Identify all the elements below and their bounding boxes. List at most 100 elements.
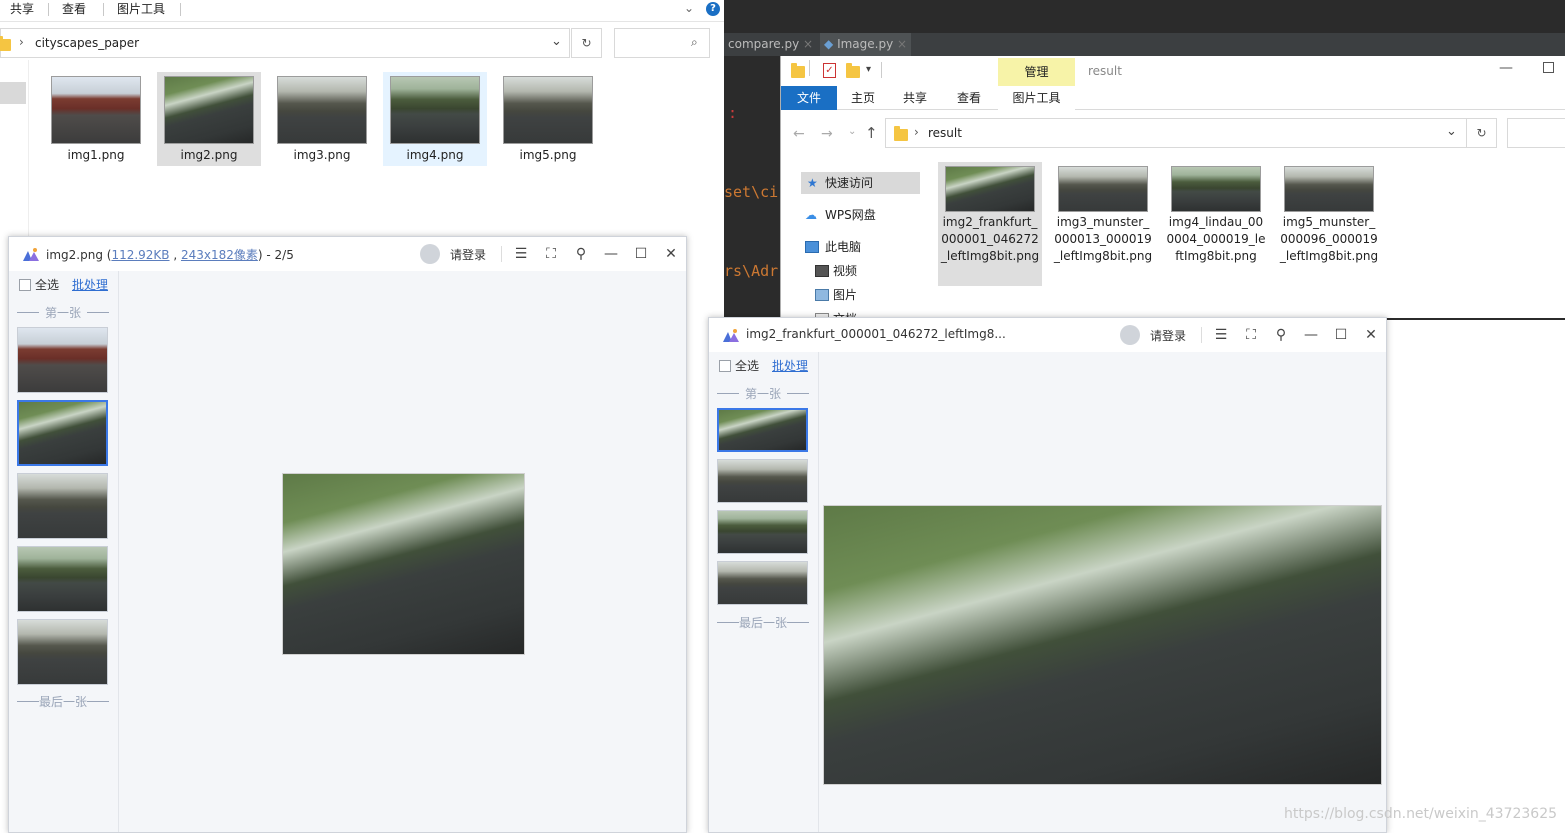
ribbon-tab-share[interactable]: 共享 <box>893 86 937 110</box>
viewer-thumbnail[interactable] <box>717 561 808 605</box>
file-item[interactable]: img4.png <box>383 72 487 166</box>
batch-process-link[interactable]: 批处理 <box>72 276 108 293</box>
properties-icon[interactable]: ✓ <box>823 63 836 78</box>
ribbon-tab-share[interactable]: 共享 <box>10 0 34 22</box>
file-item[interactable]: img5_munster_000096_000019_leftImg8bit.p… <box>1277 162 1381 286</box>
maximize-button[interactable]: ☐ <box>1330 324 1352 346</box>
new-folder-icon[interactable] <box>846 63 860 78</box>
breadcrumb[interactable]: cityscapes_paper <box>35 36 139 50</box>
close-button[interactable]: ✕ <box>1360 324 1382 346</box>
menu-icon[interactable]: ☰ <box>510 243 532 265</box>
chevron-down-icon[interactable]: ⌄ <box>1446 124 1457 139</box>
file-name: img3_munster_000013_000019_leftImg8bit.p… <box>1053 215 1153 263</box>
viewer-thumbnail[interactable] <box>17 473 108 539</box>
file-item[interactable]: img2_frankfurt_000001_046272_leftImg8bit… <box>938 162 1042 286</box>
nav-item-pictures[interactable]: 图片 <box>809 284 920 306</box>
file-item[interactable]: img2.png <box>157 72 261 166</box>
code-fragment: : <box>728 104 738 122</box>
nav-item-videos[interactable]: 视频 <box>809 260 920 282</box>
help-icon[interactable]: ? <box>706 2 720 16</box>
viewer-thumbnail[interactable] <box>17 327 108 393</box>
viewer-thumbnail[interactable] <box>17 619 108 685</box>
title-bar: ✓ ▾ 管理 result — <box>781 56 1565 86</box>
minimize-button[interactable]: — <box>1300 324 1322 346</box>
chevron-down-icon[interactable]: ⌄ <box>684 1 694 15</box>
search-input[interactable]: ⌕ <box>614 28 710 58</box>
ribbon-tab-picture-tools[interactable]: 图片工具 <box>117 0 165 22</box>
minimize-button[interactable]: — <box>1499 60 1513 76</box>
window-title: result <box>1088 64 1122 78</box>
viewer-thumbnail[interactable] <box>717 459 808 503</box>
divider <box>1201 327 1202 343</box>
viewer-thumbnail-active[interactable] <box>717 408 808 452</box>
search-icon: ⌕ <box>691 35 698 49</box>
maximize-button[interactable] <box>1543 62 1554 73</box>
login-link[interactable]: 请登录 <box>450 246 486 263</box>
image-dimensions[interactable]: 243x182像素 <box>181 248 258 262</box>
editor-tab-image[interactable]: ◆ Image.py × <box>820 33 912 56</box>
editor-tab-compare[interactable]: compare.py × <box>724 33 817 56</box>
fullscreen-icon[interactable]: ⛶ <box>1240 324 1262 346</box>
file-item[interactable]: img3.png <box>270 72 374 166</box>
forward-arrow-icon[interactable]: → <box>821 126 833 142</box>
address-bar[interactable]: › cityscapes_paper ⌄ <box>0 28 570 58</box>
batch-process-link[interactable]: 批处理 <box>772 357 808 374</box>
video-icon <box>815 265 829 277</box>
ribbon-tab-home[interactable]: 主页 <box>841 86 885 110</box>
file-name: img4_lindau_000004_000019_leftImg8bit.pn… <box>1166 215 1266 263</box>
file-name: img3.png <box>293 148 351 162</box>
file-item[interactable]: img4_lindau_000004_000019_leftImg8bit.pn… <box>1164 162 1268 286</box>
chevron-down-icon[interactable]: ▾ <box>866 64 871 75</box>
avatar[interactable] <box>1120 325 1140 345</box>
breadcrumb[interactable]: result <box>928 126 962 140</box>
image-thumbnail <box>945 166 1035 212</box>
back-arrow-icon[interactable]: ← <box>793 126 805 142</box>
pin-icon[interactable]: ⚲ <box>1270 324 1292 346</box>
image-viewer-2: img2_frankfurt_000001_046272_leftImg8...… <box>708 317 1387 833</box>
file-item[interactable]: img5.png <box>496 72 600 166</box>
divider <box>501 246 502 262</box>
pin-icon[interactable]: ⚲ <box>570 243 592 265</box>
viewer-thumbnail[interactable] <box>17 546 108 612</box>
ribbon-tab-picture-tools[interactable]: 图片工具 <box>998 86 1075 110</box>
search-input[interactable] <box>1507 118 1565 148</box>
fullscreen-icon[interactable]: ⛶ <box>540 243 562 265</box>
viewer-file-info: img2_frankfurt_000001_046272_leftImg8... <box>746 327 1006 341</box>
last-image-marker: 最后一张 <box>17 693 109 710</box>
select-all-label[interactable]: 全选 <box>35 276 59 293</box>
chevron-down-icon[interactable]: ⌄ <box>551 34 562 49</box>
code-fragment: rs\Adr <box>724 262 779 280</box>
file-name: img2_frankfurt_000001_046272_leftImg8bit… <box>940 215 1040 263</box>
ribbon-tab-view[interactable]: 查看 <box>62 0 86 22</box>
refresh-button[interactable]: ↻ <box>571 28 602 58</box>
nav-pane-selected[interactable] <box>0 82 26 104</box>
maximize-button[interactable]: ☐ <box>630 243 652 265</box>
file-item[interactable]: img3_munster_000013_000019_leftImg8bit.p… <box>1051 162 1155 286</box>
file-size[interactable]: 112.92KB <box>111 248 169 262</box>
nav-item-quick-access[interactable]: ★ 快速访问 <box>801 172 920 194</box>
address-bar[interactable]: › result ⌄ <box>885 118 1467 148</box>
avatar[interactable] <box>420 244 440 264</box>
select-all-label[interactable]: 全选 <box>735 357 759 374</box>
minimize-button[interactable]: — <box>600 243 622 265</box>
close-icon[interactable]: × <box>803 37 813 51</box>
python-file-icon: ◆ <box>824 37 834 51</box>
select-all-checkbox[interactable] <box>19 279 31 291</box>
refresh-button[interactable]: ↻ <box>1466 118 1497 148</box>
menu-icon[interactable]: ☰ <box>1210 324 1232 346</box>
nav-item-wps[interactable]: ☁ WPS网盘 <box>801 204 920 226</box>
ribbon-tab-file[interactable]: 文件 <box>781 86 837 110</box>
select-all-checkbox[interactable] <box>719 360 731 372</box>
login-link[interactable]: 请登录 <box>1150 327 1186 344</box>
up-arrow-icon[interactable]: ↑ <box>865 124 878 142</box>
viewer-thumbnail-active[interactable] <box>17 400 108 466</box>
close-icon[interactable]: × <box>897 37 907 51</box>
ribbon-bar: 共享 查看 图片工具 ⌄ ? <box>0 0 724 22</box>
viewer-thumbnail[interactable] <box>717 510 808 554</box>
ribbon-tab-view[interactable]: 查看 <box>947 86 991 110</box>
nav-item-this-pc[interactable]: 此电脑 <box>801 236 920 258</box>
recent-dropdown-icon[interactable]: ⌄ <box>848 126 856 137</box>
manage-tab[interactable]: 管理 <box>998 58 1075 86</box>
file-item[interactable]: img1.png <box>44 72 148 166</box>
close-button[interactable]: ✕ <box>660 243 682 265</box>
